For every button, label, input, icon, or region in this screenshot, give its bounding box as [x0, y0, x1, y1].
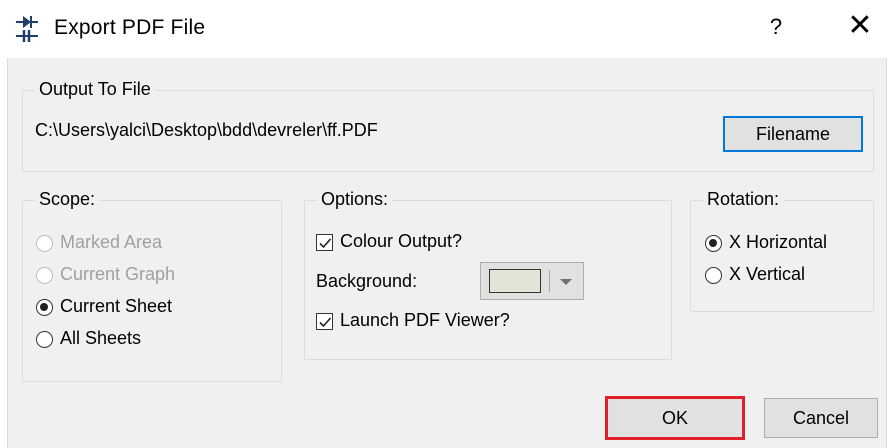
launch-pdf-viewer-label: Launch PDF Viewer?: [340, 310, 510, 330]
marked-area-radio[interactable]: [36, 235, 53, 252]
rotation-legend: Rotation:: [703, 189, 784, 210]
marked-area-label: Marked Area: [60, 232, 163, 252]
title-bar: Export PDF File ? ✕: [0, 0, 892, 58]
current-sheet-label: Current Sheet: [60, 296, 173, 316]
help-button[interactable]: ?: [764, 14, 788, 40]
cancel-button[interactable]: Cancel: [764, 398, 878, 438]
background-color-picker[interactable]: [480, 262, 584, 300]
dialog-body: Output To File C:\Users\yalci\Desktop\bd…: [7, 58, 887, 448]
radio-selected-dot: [40, 303, 48, 311]
scope-legend: Scope:: [35, 189, 100, 210]
output-to-file-group: Output To File C:\Users\yalci\Desktop\bd…: [22, 79, 874, 172]
current-graph-label: Current Graph: [60, 264, 176, 284]
colour-output-label: Colour Output?: [340, 231, 463, 251]
chevron-down-icon: [560, 279, 572, 285]
ok-button[interactable]: OK: [605, 396, 745, 440]
current-graph-radio[interactable]: [36, 267, 53, 284]
rotation-group: Rotation: X Horizontal X Vertical: [690, 189, 874, 312]
filename-button[interactable]: Filename: [723, 116, 863, 152]
picker-separator: [549, 270, 550, 292]
checkmark-icon: [319, 317, 332, 328]
background-label: Background:: [316, 271, 418, 291]
output-file-path: C:\Users\yalci\Desktop\bdd\devreler\ff.P…: [35, 120, 378, 140]
checkmark-icon: [319, 238, 332, 249]
options-legend: Options:: [317, 189, 393, 210]
output-to-file-legend: Output To File: [35, 79, 155, 100]
scope-group: Scope: Marked Area Current Graph Current…: [22, 189, 282, 382]
launch-pdf-viewer-checkbox[interactable]: [316, 313, 333, 330]
x-horizontal-label: X Horizontal: [729, 232, 828, 252]
window-title: Export PDF File: [54, 16, 206, 39]
close-icon[interactable]: ✕: [845, 8, 875, 43]
all-sheets-radio[interactable]: [36, 331, 53, 348]
x-vertical-radio[interactable]: [705, 267, 722, 284]
x-vertical-label: X Vertical: [729, 264, 806, 284]
current-sheet-radio[interactable]: [36, 299, 53, 316]
background-color-swatch: [489, 269, 541, 293]
app-icon: [16, 16, 38, 42]
radio-selected-dot: [709, 239, 717, 247]
all-sheets-label: All Sheets: [60, 328, 142, 348]
colour-output-checkbox[interactable]: [316, 234, 333, 251]
x-horizontal-radio[interactable]: [705, 235, 722, 252]
